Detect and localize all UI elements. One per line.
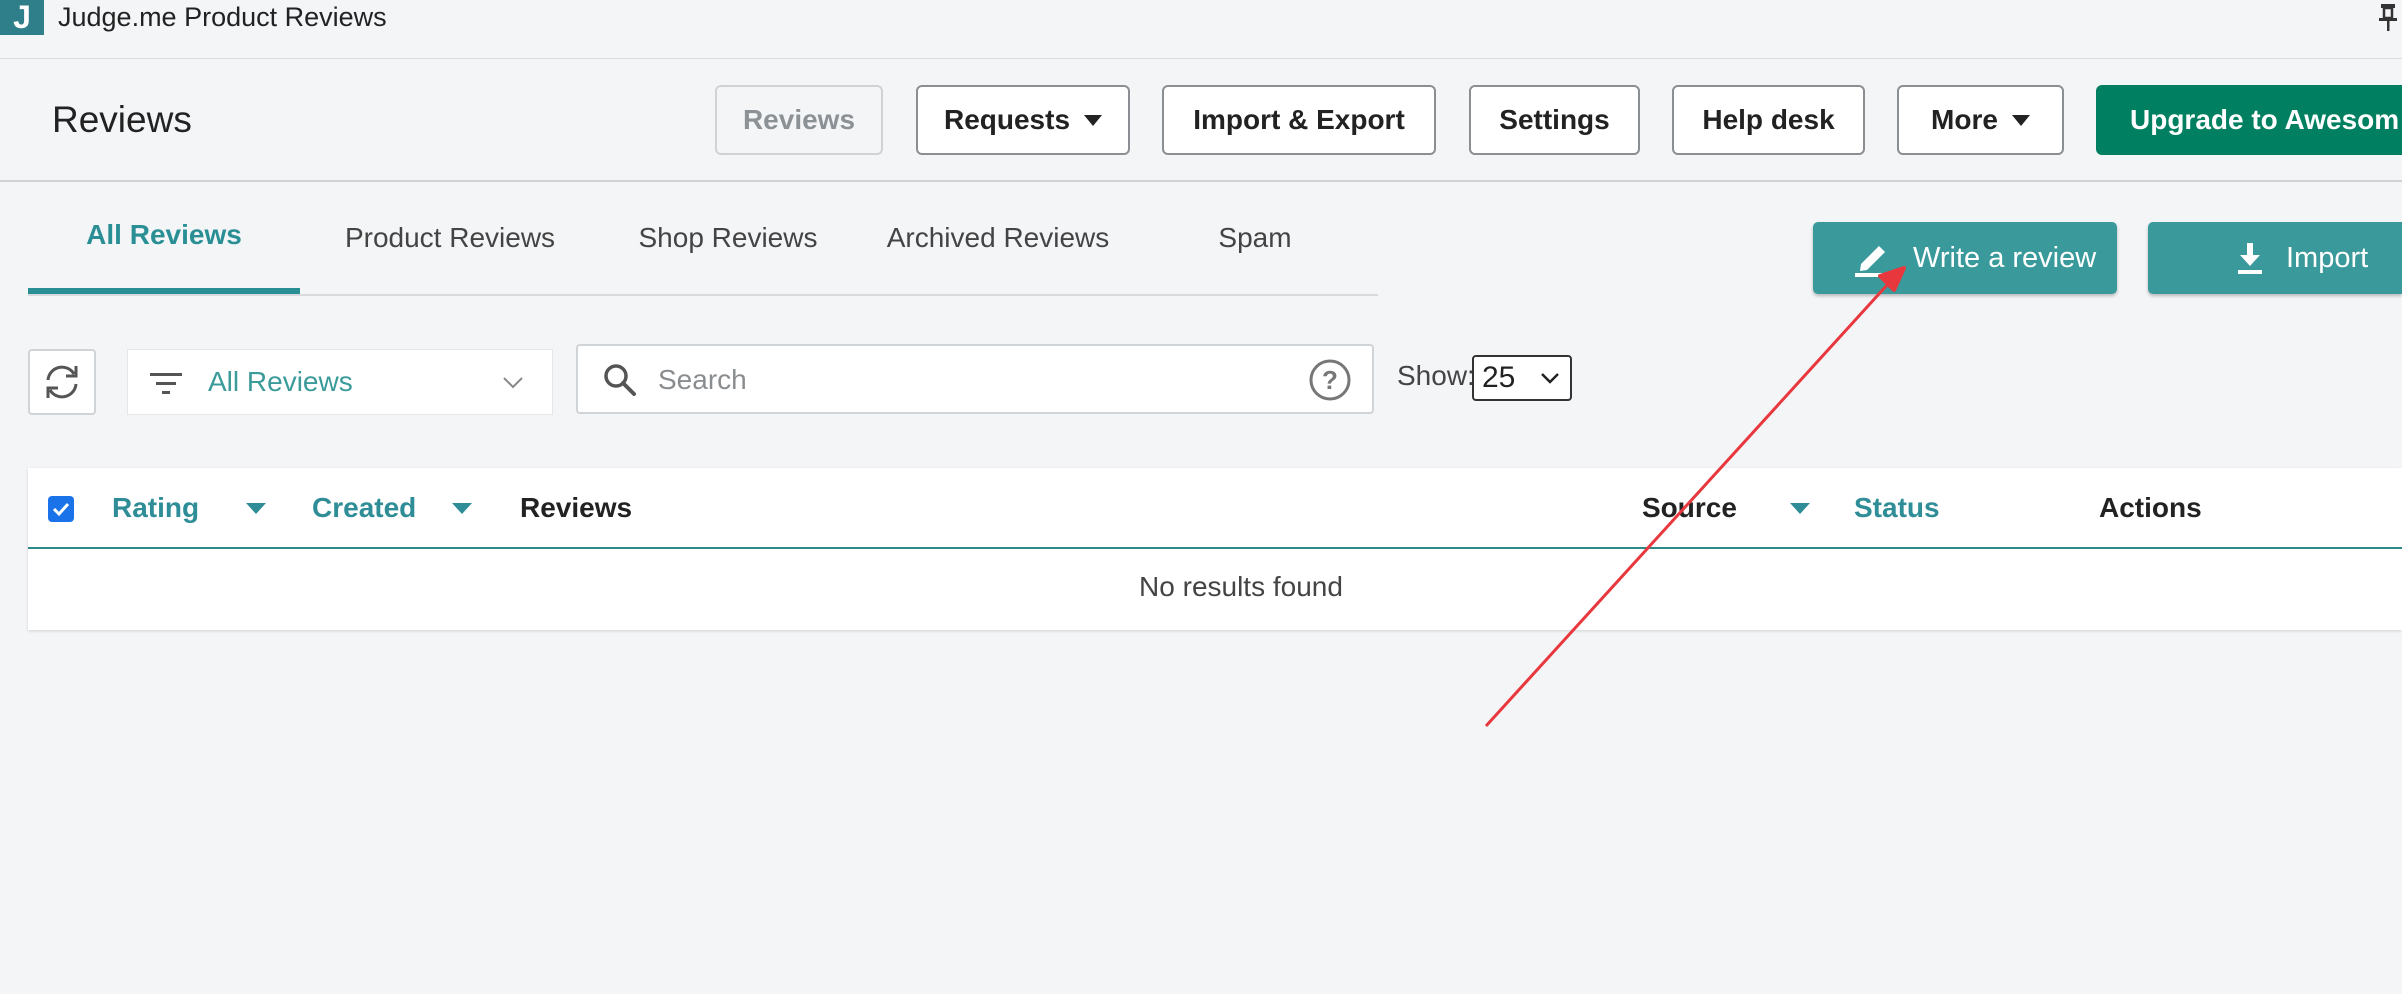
caret-down-icon xyxy=(1084,114,1103,126)
tab-product-reviews[interactable]: Product Reviews xyxy=(300,181,600,294)
search-icon xyxy=(604,364,636,396)
column-header-status[interactable]: Status xyxy=(1854,468,1940,547)
tab-archived-reviews[interactable]: Archived Reviews xyxy=(856,181,1140,294)
reviews-button-label: Reviews xyxy=(742,104,856,135)
search-box: ? xyxy=(576,344,1374,414)
sort-caret-icon[interactable] xyxy=(452,503,472,514)
column-header-rating[interactable]: Rating xyxy=(112,468,199,547)
write-review-button[interactable]: Write a review xyxy=(1813,222,2117,294)
filter-icon xyxy=(150,373,182,394)
show-label: Show: xyxy=(1397,360,1475,391)
search-input[interactable] xyxy=(656,356,1260,404)
page-header: Reviews Reviews Requests Import & Export… xyxy=(0,59,2402,182)
select-all-checkbox[interactable] xyxy=(48,496,74,522)
help-icon[interactable]: ? xyxy=(1308,358,1352,402)
svg-text:?: ? xyxy=(1322,365,1338,395)
column-header-source[interactable]: Source xyxy=(1642,468,1737,547)
column-header-reviews: Reviews xyxy=(520,492,633,523)
checkmark-icon xyxy=(52,502,70,517)
reviews-button[interactable]: Reviews xyxy=(715,85,883,155)
empty-state-message: No results found xyxy=(1139,571,1343,602)
upgrade-button[interactable]: Upgrade to Awesome xyxy=(2096,85,2402,155)
more-button-label: More xyxy=(1931,104,1998,135)
column-header-actions: Actions xyxy=(2099,492,2202,523)
reviews-table: Rating Created Reviews Source Status Act… xyxy=(28,468,2402,630)
caret-down-icon xyxy=(2011,114,2030,126)
review-tabs: All Reviews Product Reviews Shop Reviews… xyxy=(28,181,1378,296)
page-size-select[interactable]: 25 xyxy=(1472,355,1572,401)
app-bar: J Judge.me Product Reviews xyxy=(0,0,2402,59)
app-title: Judge.me Product Reviews xyxy=(58,2,387,32)
settings-button-label: Settings xyxy=(1499,104,1610,135)
filter-value: All Reviews xyxy=(208,366,353,397)
page-title: Reviews xyxy=(52,99,192,140)
import-label: Import xyxy=(2286,241,2369,274)
column-header-created[interactable]: Created xyxy=(312,468,416,547)
sort-caret-icon[interactable] xyxy=(1790,503,1810,514)
page-size-value: 25 xyxy=(1482,361,1516,394)
download-icon xyxy=(2238,243,2262,274)
requests-button-label: Requests xyxy=(943,104,1071,135)
table-header: Rating Created Reviews Source Status Act… xyxy=(28,468,2402,549)
sort-caret-icon[interactable] xyxy=(246,503,266,514)
import-export-button-label: Import & Export xyxy=(1193,104,1405,135)
pencil-icon xyxy=(1855,246,1889,277)
more-button[interactable]: More xyxy=(1897,85,2064,155)
pin-icon[interactable] xyxy=(2375,2,2402,32)
tab-all-reviews[interactable]: All Reviews xyxy=(28,181,300,294)
app-logo: J xyxy=(0,0,44,35)
tab-spam[interactable]: Spam xyxy=(1140,181,1370,294)
refresh-icon xyxy=(46,365,78,399)
help-desk-button[interactable]: Help desk xyxy=(1672,85,1865,155)
settings-button[interactable]: Settings xyxy=(1469,85,1640,155)
requests-button[interactable]: Requests xyxy=(916,85,1130,155)
help-desk-button-label: Help desk xyxy=(1702,104,1835,135)
tab-shop-reviews[interactable]: Shop Reviews xyxy=(600,181,856,294)
chevron-down-icon xyxy=(1541,373,1559,384)
import-export-button[interactable]: Import & Export xyxy=(1162,85,1436,155)
refresh-button[interactable] xyxy=(28,349,96,415)
upgrade-button-label: Upgrade to Awesome xyxy=(2130,104,2402,135)
review-filter-select[interactable]: All Reviews xyxy=(127,349,553,415)
write-review-label: Write a review xyxy=(1913,241,2097,274)
import-button[interactable]: Import xyxy=(2148,222,2402,294)
chevron-down-icon xyxy=(503,377,523,389)
